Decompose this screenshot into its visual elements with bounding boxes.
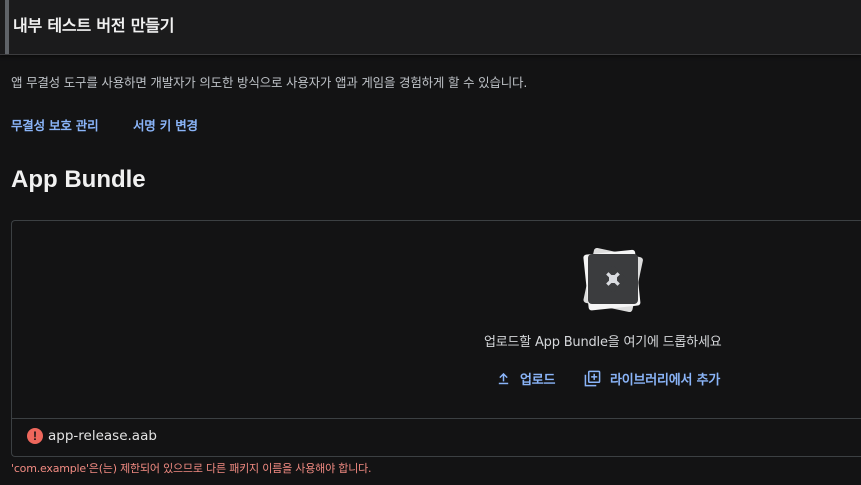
integrity-description: 앱 무결성 도구를 사용하면 개발자가 의도한 방식으로 사용자가 앱과 게임을…: [11, 75, 528, 90]
error-icon: !: [27, 428, 43, 444]
uploaded-file-name: app-release.aab: [48, 428, 157, 444]
upload-icon: [498, 372, 509, 385]
upload-button-label: 업로드: [520, 373, 556, 388]
upload-button[interactable]: 업로드: [496, 369, 555, 388]
uploaded-file-row: ! app-release.aab: [27, 428, 157, 444]
add-from-library-label: 라이브러리에서 추가: [610, 373, 721, 388]
file-list-divider: [12, 418, 861, 419]
page-title: 내부 테스트 버전 만들기: [13, 16, 175, 35]
change-signing-key-link[interactable]: 서명 키 변경: [133, 115, 198, 134]
page-header: 내부 테스트 버전 만들기: [0, 0, 861, 55]
manage-integrity-protection-link[interactable]: 무결성 보호 관리: [11, 115, 99, 134]
add-from-library-icon: [584, 370, 601, 387]
app-bundle-icon: [578, 246, 648, 316]
app-bundle-heading: App Bundle: [11, 166, 146, 193]
add-from-library-button[interactable]: 라이브러리에서 추가: [584, 369, 720, 388]
package-name-error-message: 'com.example'은(는) 제한되어 있으므로 다른 패키지 이름을 사…: [11, 462, 372, 475]
drop-prompt-text: 업로드할 App Bundle을 여기에 드롭하세요: [484, 335, 722, 350]
app-bundle-dropzone[interactable]: [11, 220, 861, 457]
header-accent-bar: [5, 0, 9, 54]
